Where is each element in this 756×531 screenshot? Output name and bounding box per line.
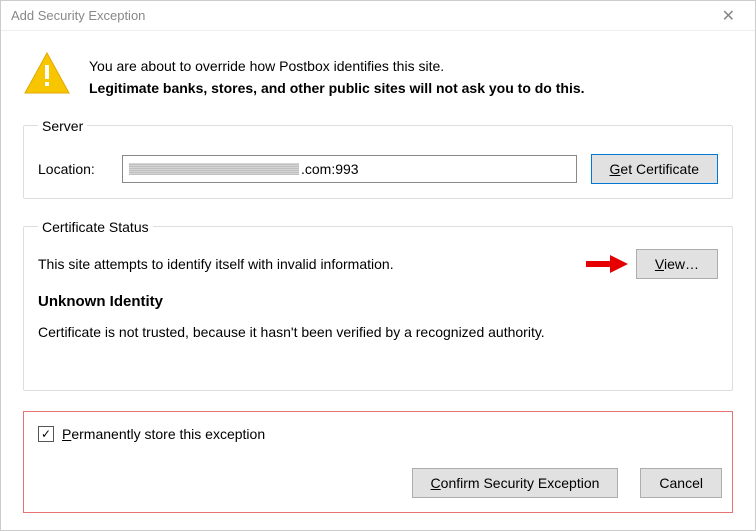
permanent-checkbox[interactable]: ✓: [38, 426, 54, 442]
confirm-button[interactable]: Confirm Security Exception: [412, 468, 619, 498]
location-label: Location:: [38, 161, 108, 177]
window-title: Add Security Exception: [11, 8, 145, 23]
footer-box: ✓ Permanently store this exception Confi…: [23, 411, 733, 513]
cert-legend: Certificate Status: [38, 219, 153, 235]
intro-text: You are about to override how Postbox id…: [89, 49, 585, 100]
intro-row: You are about to override how Postbox id…: [23, 49, 733, 100]
cancel-button[interactable]: Cancel: [640, 468, 722, 498]
redacted-host: [129, 163, 299, 175]
arrow-icon: [586, 253, 628, 275]
confirm-rest: onfirm Security Exception: [441, 475, 600, 491]
intro-line1: You are about to override how Postbox id…: [89, 55, 585, 77]
perm-label-rest: ermanently store this exception: [71, 426, 265, 442]
get-certificate-rest: et Certificate: [620, 161, 699, 177]
view-button[interactable]: View…: [636, 249, 718, 279]
intro-line2: Legitimate banks, stores, and other publ…: [89, 77, 585, 99]
certificate-status-fieldset: Certificate Status This site attempts to…: [23, 219, 733, 391]
dialog-window: Add Security Exception ✕ You are about t…: [0, 0, 756, 531]
cert-attempt-text: This site attempts to identify itself wi…: [38, 253, 394, 275]
titlebar: Add Security Exception ✕: [1, 1, 755, 31]
close-icon[interactable]: ✕: [712, 2, 745, 30]
get-certificate-button[interactable]: Get Certificate: [591, 154, 718, 184]
permanent-checkbox-row[interactable]: ✓ Permanently store this exception: [38, 426, 718, 442]
warning-icon: [23, 49, 71, 97]
cert-detail: Certificate is not trusted, because it h…: [38, 324, 718, 340]
view-rest: iew…: [664, 256, 699, 272]
location-suffix: .com:993: [301, 161, 359, 177]
permanent-label: Permanently store this exception: [62, 426, 265, 442]
server-legend: Server: [38, 118, 87, 134]
location-input[interactable]: .com:993: [122, 155, 577, 183]
dialog-content: You are about to override how Postbox id…: [1, 31, 755, 531]
server-fieldset: Server Location: .com:993 Get Certificat…: [23, 118, 733, 199]
cert-headline: Unknown Identity: [38, 293, 718, 310]
